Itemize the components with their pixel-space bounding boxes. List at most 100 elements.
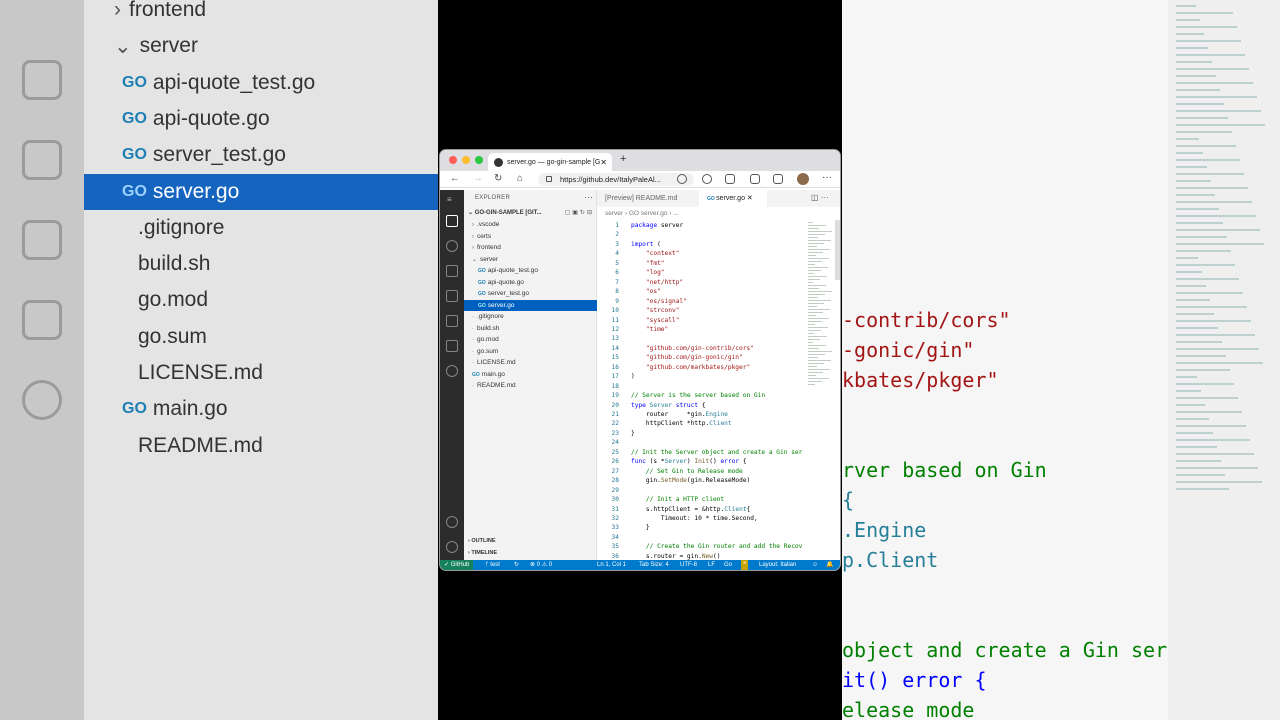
source-control-icon (22, 60, 62, 100)
minimap-line (1176, 12, 1233, 14)
browser-tab[interactable]: server.go — go-gin-sample [G ✕ (488, 153, 612, 171)
tree-item[interactable]: · .gitignore (464, 311, 597, 323)
minimap-line (808, 360, 831, 361)
remote-explorer-icon[interactable] (446, 340, 458, 352)
tree-item[interactable]: · go.sum (464, 346, 597, 358)
line-number: 1 (615, 222, 619, 229)
maximize-window-button[interactable] (475, 156, 483, 164)
source-control-icon[interactable] (446, 265, 458, 277)
github-remote-indicator[interactable]: ✓ GitHub (440, 560, 474, 570)
quote-icon[interactable]: ❝ (741, 560, 749, 570)
minimap-line (1176, 19, 1200, 21)
collections-icon[interactable] (773, 174, 783, 184)
account-icon[interactable] (446, 516, 458, 528)
minimap-line (1176, 117, 1228, 119)
bell-icon[interactable]: 🔔 (826, 560, 833, 570)
close-tab-icon[interactable]: ✕ (600, 158, 607, 167)
explorer-more-icon[interactable]: ··· (584, 192, 593, 202)
cursor-position[interactable]: Ln 1, Col 1 (597, 560, 626, 570)
explorer-actions[interactable]: ▢▣↻⊟ (565, 208, 594, 219)
tree-item[interactable]: ⌄ server (464, 254, 597, 266)
extension-icon[interactable] (702, 174, 712, 184)
tab-readme-preview[interactable]: [Preview] README.md (597, 190, 699, 207)
explorer-icon[interactable] (446, 215, 458, 227)
vscode-window: ≡ EXPLORER ··· ⌄ GO-GIN-SAMPLE [GIT... ▢… (440, 190, 840, 560)
breadcrumb[interactable]: server › GO server.go › ... (605, 210, 679, 217)
tab-size[interactable]: Tab Size: 4 (639, 560, 669, 570)
address-toolbar: ← → ↻ ⌂ https://github.dev/ItalyPaleAl..… (440, 171, 840, 188)
tree-item-label: api-quote.go (487, 278, 524, 286)
tree-item[interactable]: · README.md (464, 380, 597, 392)
scrollbar[interactable] (835, 220, 840, 280)
branch-indicator[interactable]: ᚠ test (485, 560, 500, 570)
tree-item[interactable]: · build.sh (464, 323, 597, 335)
extensions-icon[interactable] (446, 315, 458, 327)
outline-section[interactable]: › OUTLINE (468, 538, 496, 544)
tree-item[interactable]: › .vscode (464, 219, 597, 231)
eol[interactable]: LF (708, 560, 715, 570)
minimap[interactable] (807, 220, 835, 400)
tree-item[interactable]: · go.mod (464, 334, 597, 346)
line-number: 10 (611, 307, 619, 315)
minimap-line (1176, 278, 1239, 280)
tab-server-go[interactable]: GO server.go ✕ (699, 190, 767, 207)
code-line: "context" (645, 250, 680, 258)
tree-item[interactable]: · LICENSE.md (464, 357, 597, 369)
github-icon[interactable] (446, 365, 458, 377)
tree-item[interactable]: › frontend (464, 242, 597, 254)
problems-indicator[interactable]: ⊗ 0 ⚠ 0 (530, 560, 552, 570)
minimap-line (808, 258, 829, 259)
gear-icon[interactable] (446, 541, 458, 553)
new-tab-button[interactable]: + (620, 153, 626, 165)
tree-item[interactable]: › certs (464, 231, 597, 243)
minimap-line (1176, 404, 1205, 406)
menu-icon[interactable]: ≡ (447, 195, 452, 204)
code-line: "os" (645, 288, 661, 296)
tree-item-label: main.go (481, 370, 505, 378)
tree-item[interactable]: GO api-quote_test.go (464, 265, 597, 277)
encoding[interactable]: UTF-8 (680, 560, 697, 570)
line-number: 30 (611, 496, 619, 504)
minimap-line (808, 267, 828, 268)
line-number: 32 (611, 514, 619, 522)
tree-item[interactable]: GO server_test.go (464, 288, 597, 300)
minimize-window-button[interactable] (462, 156, 470, 164)
minimap-line (1176, 208, 1219, 210)
search-icon[interactable] (446, 240, 458, 252)
split-editor-icon[interactable]: ◫ ··· (811, 193, 829, 202)
close-tab-icon[interactable]: ✕ (747, 195, 753, 202)
run-debug-icon[interactable] (446, 290, 458, 302)
more-menu-icon[interactable]: ··· (822, 172, 832, 183)
chevron-icon: › (472, 245, 474, 251)
url-bar[interactable]: https://github.dev/ItalyPaleAl... (538, 173, 694, 186)
code-area[interactable]: 1 package server 2 3 import (4 "context" 5 "f… (597, 220, 807, 560)
tree-item[interactable]: GO server.go (464, 299, 597, 311)
language-mode[interactable]: Go (724, 560, 732, 570)
keyboard-layout[interactable]: Layout: Italian (759, 560, 796, 570)
profile-avatar[interactable] (797, 173, 809, 185)
tree-item[interactable]: GO main.go (464, 369, 597, 381)
sync-icon[interactable]: ↻ (514, 560, 519, 570)
timeline-section[interactable]: › TIMELINE (468, 550, 497, 556)
tree-item-label: server_test.go (487, 290, 529, 297)
back-icon[interactable]: ← (450, 173, 460, 184)
close-window-button[interactable] (449, 156, 457, 164)
feedback-icon[interactable]: ☺ (812, 560, 818, 570)
minimap-line (808, 225, 826, 226)
minimap-line (808, 327, 828, 328)
backdrop-code-line: .Engine (842, 518, 927, 542)
reload-icon[interactable]: ↻ (494, 173, 502, 184)
backdrop-tree-label: .gitignore (138, 215, 225, 239)
backdrop-right: -contrib/cors" -gonic/gin" kbates/pkger" rv… (842, 0, 1280, 720)
tree-item[interactable]: GO api-quote.go (464, 277, 597, 289)
repo-header[interactable]: ⌄ GO-GIN-SAMPLE [GIT... ▢▣↻⊟ (464, 208, 597, 219)
favorite-star-icon[interactable] (677, 174, 687, 184)
favorites-icon[interactable] (750, 174, 760, 184)
code-line: func (s *Server) Init() error { (631, 458, 747, 466)
backdrop-tree-row: go.mod (84, 282, 438, 318)
line-number: 36 (611, 552, 619, 560)
refresh-extension-icon[interactable] (725, 174, 735, 184)
home-icon[interactable]: ⌂ (517, 173, 523, 184)
forward-icon[interactable]: → (473, 173, 483, 184)
minimap-line (1176, 229, 1260, 231)
